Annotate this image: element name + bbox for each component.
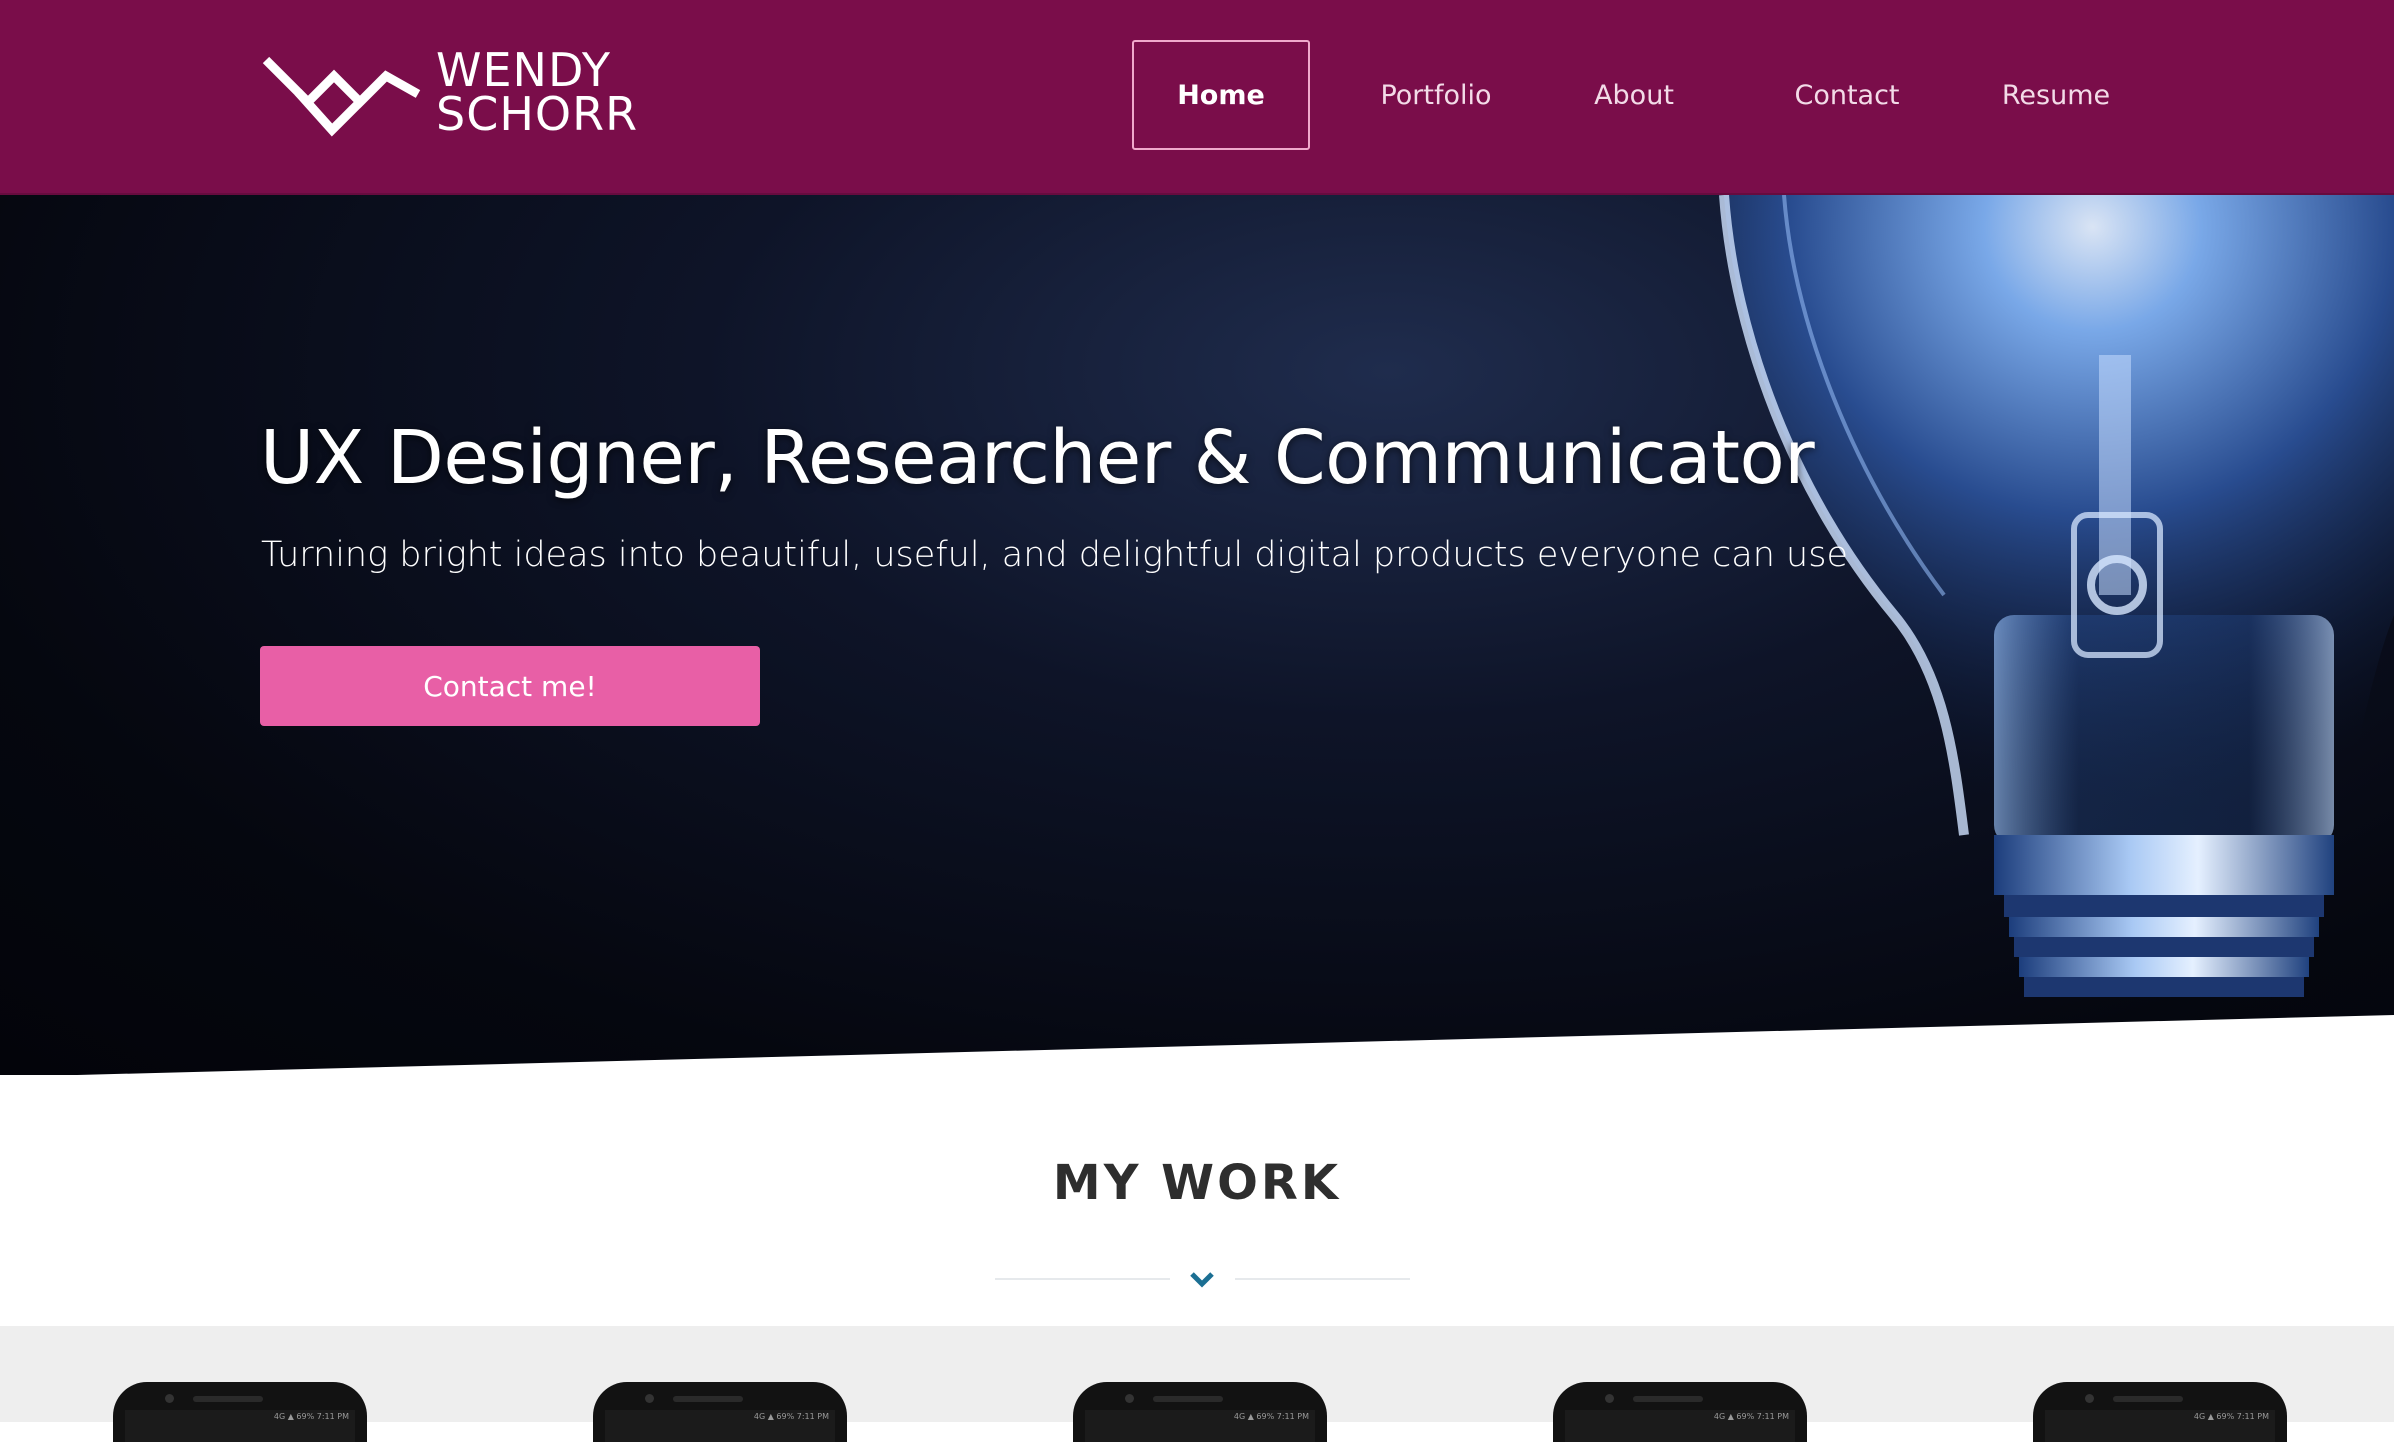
nav-portfolio[interactable]: Portfolio	[1356, 40, 1516, 150]
nav-resume[interactable]: Resume	[1976, 40, 2136, 150]
hero-diagonal-cut	[0, 1015, 2394, 1075]
logo-text: WENDY SCHORR	[436, 43, 639, 141]
nav-contact[interactable]: Contact	[1762, 40, 1932, 150]
logo-check-mark-icon	[262, 56, 421, 137]
work-gallery: 4G ▲ 69% 7:11 PM 4G ▲ 69% 7:11 PM 4G ▲ 6…	[0, 1326, 2394, 1442]
my-work-heading: MY WORK	[1052, 1155, 1342, 1211]
work-card-phone[interactable]: 4G ▲ 69% 7:11 PM	[1553, 1382, 1807, 1442]
phone-status-bar: 4G ▲ 69% 7:11 PM	[2193, 1412, 2269, 1421]
nav-about[interactable]: About	[1564, 40, 1704, 150]
hero-title: UX Designer, Researcher & Communicator	[260, 415, 1815, 501]
phone-camera	[645, 1394, 654, 1403]
nav-home[interactable]: Home	[1132, 40, 1310, 150]
hero-subtitle: Turning bright ideas into beautiful, use…	[261, 535, 1848, 575]
phone-camera	[165, 1394, 174, 1403]
divider-line-left	[995, 1278, 1170, 1280]
work-card-phone[interactable]: 4G ▲ 69% 7:11 PM	[1073, 1382, 1327, 1442]
work-card-phone[interactable]: 4G ▲ 69% 7:11 PM	[593, 1382, 847, 1442]
contact-me-button[interactable]: Contact me!	[260, 646, 760, 726]
phone-camera	[1125, 1394, 1134, 1403]
logo-line-2: SCHORR	[436, 87, 639, 141]
work-card-phone[interactable]: 4G ▲ 69% 7:11 PM	[113, 1382, 367, 1442]
phone-speaker	[1633, 1396, 1703, 1402]
phone-camera	[1605, 1394, 1614, 1403]
logo-line-1: WENDY	[436, 43, 611, 97]
section-divider	[995, 1265, 1410, 1295]
site-logo[interactable]: WENDY SCHORR	[262, 46, 638, 138]
hero-section: UX Designer, Researcher & Communicator T…	[0, 195, 2394, 1075]
phone-status-bar: 4G ▲ 69% 7:11 PM	[753, 1412, 829, 1421]
phone-speaker	[1153, 1396, 1223, 1402]
site-header: WENDY SCHORR Home Portfolio About Contac…	[0, 0, 2394, 195]
phone-camera	[2085, 1394, 2094, 1403]
phone-speaker	[193, 1396, 263, 1402]
work-card-phone[interactable]: 4G ▲ 69% 7:11 PM	[2033, 1382, 2287, 1442]
phone-status-bar: 4G ▲ 69% 7:11 PM	[1233, 1412, 1309, 1421]
phone-speaker	[2113, 1396, 2183, 1402]
phone-status-bar: 4G ▲ 69% 7:11 PM	[273, 1412, 349, 1421]
phone-status-bar: 4G ▲ 69% 7:11 PM	[1713, 1412, 1789, 1421]
phone-speaker	[673, 1396, 743, 1402]
divider-line-right	[1235, 1278, 1410, 1280]
chevron-down-icon	[1190, 1272, 1214, 1288]
